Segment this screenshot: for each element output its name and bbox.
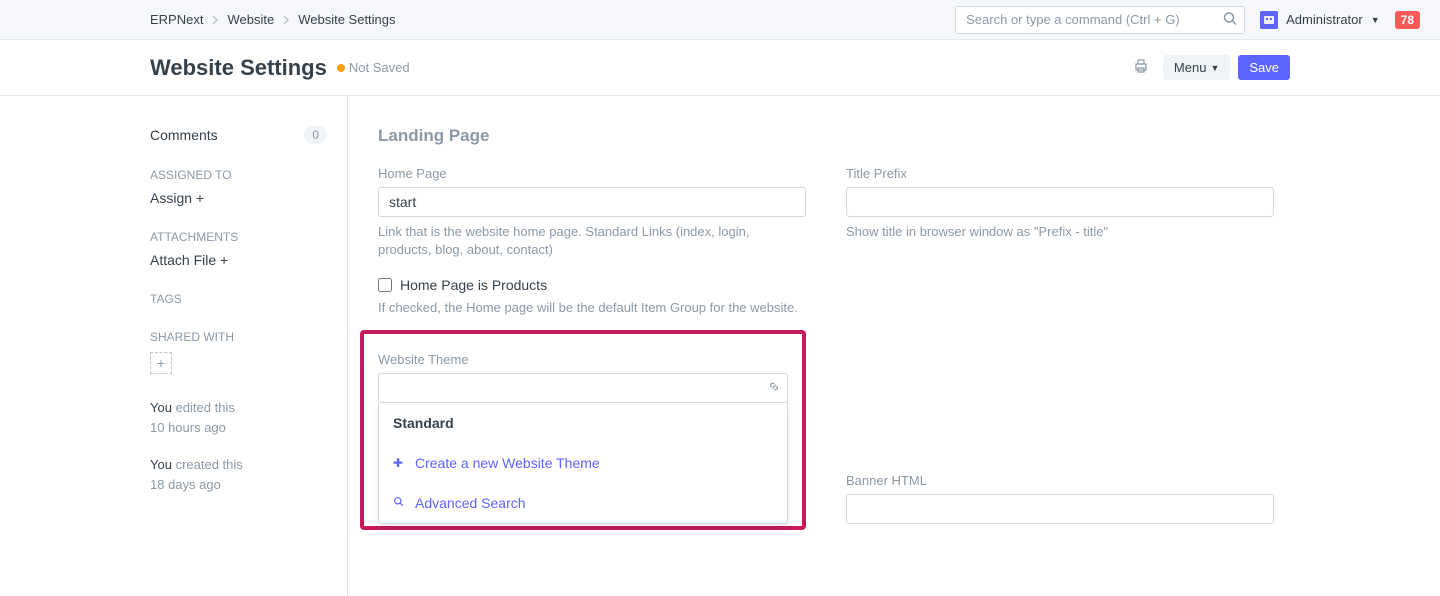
breadcrumb-link-current[interactable]: Website Settings [298,12,395,27]
dropdown-create-new[interactable]: ✚ Create a new Website Theme [379,443,787,483]
history-who: You [150,457,172,472]
user-menu[interactable]: Administrator ▼ [1260,11,1380,29]
dropdown-option-standard[interactable]: Standard [379,403,787,443]
website-theme-dropdown: Standard ✚ Create a new Website Theme Ad… [378,403,788,524]
attach-file-button[interactable]: Attach File + [150,252,327,268]
home-page-input[interactable] [378,187,806,217]
home-is-products-checkbox[interactable] [378,278,392,292]
history-item: You edited this 10 hours ago [150,398,327,437]
plus-icon: ✚ [393,456,405,470]
breadcrumb-link-website[interactable]: Website [227,12,274,27]
banner-html-input[interactable] [846,494,1274,524]
sidebar-attachments-heading: ATTACHMENTS [150,230,327,244]
topbar: ERPNext Website Website Settings Adminis… [0,0,1440,40]
home-is-products-help: If checked, the Home page will be the de… [378,299,806,317]
website-theme-label: Website Theme [364,352,802,367]
history-action: edited this [176,400,235,415]
chevron-right-icon [211,12,219,27]
page-title: Website Settings [150,55,327,81]
home-page-label: Home Page [378,166,806,181]
user-name: Administrator [1286,12,1363,27]
save-button[interactable]: Save [1238,55,1290,80]
sidebar-shared-heading: SHARED WITH [150,330,327,344]
menu-button-label: Menu [1174,60,1207,75]
sidebar: Comments 0 ASSIGNED TO Assign + ATTACHME… [150,96,348,596]
search-icon[interactable] [1223,11,1237,28]
website-theme-highlight: Website Theme Standard ✚ Create a new We… [360,330,806,530]
caret-down-icon: ▼ [1210,63,1219,73]
page-actions: Menu ▼ Save [1127,54,1290,81]
page-header: Website Settings Not Saved Menu ▼ Save [0,40,1440,96]
comments-count-badge: 0 [304,126,327,144]
home-page-help: Link that is the website home page. Stan… [378,223,806,259]
breadcrumb: ERPNext Website Website Settings [150,12,396,27]
search-icon [393,496,405,510]
status-text: Not Saved [349,60,410,75]
print-icon [1133,58,1149,74]
menu-button[interactable]: Menu ▼ [1163,55,1230,80]
notification-badge[interactable]: 78 [1395,11,1420,29]
history-who: You [150,400,172,415]
sidebar-tags-heading: TAGS [150,292,327,306]
home-is-products-label: Home Page is Products [400,277,547,293]
add-shared-button[interactable]: + [150,352,172,374]
search-input[interactable] [955,6,1245,34]
breadcrumb-link-erpnext[interactable]: ERPNext [150,12,203,27]
link-icon[interactable] [768,380,780,395]
title-prefix-label: Title Prefix [846,166,1274,181]
sidebar-assigned-heading: ASSIGNED TO [150,168,327,182]
website-theme-input[interactable] [378,373,788,403]
banner-html-label: Banner HTML [846,473,1274,488]
avatar [1260,11,1278,29]
caret-down-icon: ▼ [1371,15,1380,25]
dropdown-advanced-search[interactable]: Advanced Search [379,483,787,523]
history-item: You created this 18 days ago [150,455,327,494]
search-box [955,6,1245,34]
main-form: Landing Page Home Page Link that is the … [348,96,1290,596]
sidebar-comments-label[interactable]: Comments [150,127,218,143]
title-prefix-input[interactable] [846,187,1274,217]
history-action: created this [176,457,243,472]
section-title: Landing Page [378,126,1290,146]
topbar-right: Administrator ▼ 78 [955,6,1420,34]
title-prefix-help: Show title in browser window as "Prefix … [846,223,1274,241]
assign-button[interactable]: Assign + [150,190,327,206]
history-when: 18 days ago [150,477,221,492]
dropdown-advanced-label: Advanced Search [415,495,526,511]
history-when: 10 hours ago [150,420,226,435]
chevron-right-icon [282,12,290,27]
status-dot-icon [337,64,345,72]
page-body: Comments 0 ASSIGNED TO Assign + ATTACHME… [0,96,1440,596]
print-button[interactable] [1127,54,1155,81]
dropdown-create-label: Create a new Website Theme [415,455,600,471]
